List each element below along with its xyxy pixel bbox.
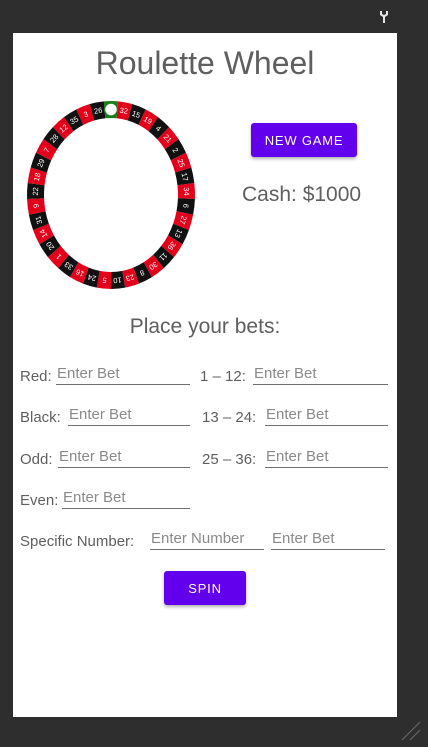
black-bet-input[interactable] — [68, 403, 190, 426]
page-title: Roulette Wheel — [95, 45, 315, 81]
black-bet-label: Black: — [20, 409, 61, 426]
roulette-wheel: 0321519421225173462713361130823105241633… — [27, 101, 195, 289]
resize-grip-icon[interactable] — [398, 718, 422, 742]
red-bet-input[interactable] — [56, 362, 190, 385]
cash-display: Cash: $1000 — [242, 183, 382, 207]
even-bet-label: Even: — [20, 492, 59, 509]
emulator-frame: Roulette Wheel 0321519421225173462713361… — [0, 0, 428, 747]
range-1-12-bet-input[interactable] — [253, 362, 388, 385]
range-25-36-bet-label: 25 – 36: — [202, 451, 257, 468]
specific-number-bet-input[interactable] — [271, 527, 385, 550]
range-13-24-bet-input[interactable] — [265, 403, 388, 426]
cash-value: $1000 — [302, 183, 362, 206]
specific-number-label: Specific Number: — [20, 533, 135, 550]
odd-bet-label: Odd: — [20, 451, 53, 468]
red-bet-label: Red: — [20, 368, 52, 385]
range-1-12-bet-label: 1 – 12: — [200, 368, 246, 385]
odd-bet-input[interactable] — [58, 445, 190, 468]
wheel-number-label: 26 — [93, 106, 103, 116]
app-screen: Roulette Wheel 0321519421225173462713361… — [13, 33, 397, 717]
wheel-number-label: 34 — [182, 187, 191, 196]
cash-label: Cash: — [242, 183, 303, 206]
range-25-36-bet-input[interactable] — [265, 445, 388, 468]
wheel-number-label: 10 — [113, 275, 122, 285]
spin-button[interactable]: SPIN — [164, 571, 246, 605]
wheel-number-label: 32 — [119, 106, 129, 116]
roulette-ball — [103, 102, 119, 117]
even-bet-input[interactable] — [62, 486, 190, 509]
wheel-number-label: 5 — [102, 276, 107, 285]
new-game-button[interactable]: NEW GAME — [251, 123, 357, 157]
specific-number-input[interactable] — [150, 527, 264, 550]
wheel-number-label: 22 — [31, 187, 40, 196]
place-bets-heading: Place your bets: — [129, 315, 281, 338]
wrench-icon[interactable] — [378, 10, 390, 24]
range-13-24-bet-label: 13 – 24: — [202, 409, 257, 426]
